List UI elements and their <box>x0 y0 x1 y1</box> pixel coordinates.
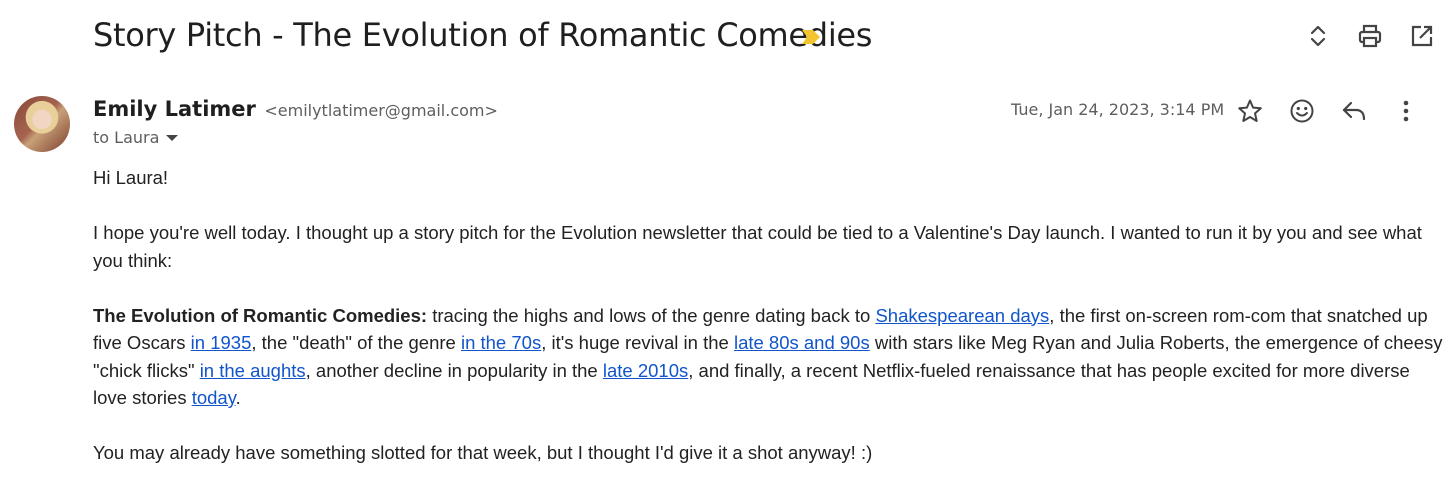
message-actions <box>1236 95 1420 127</box>
greeting: Hi Laura! <box>93 167 169 188</box>
link-70s[interactable]: in the 70s <box>461 332 541 353</box>
chevron-down-icon[interactable] <box>165 133 179 143</box>
closing-paragraph: You may already have something slotted f… <box>93 442 873 463</box>
pitch-paragraph: The Evolution of Romantic Comedies: trac… <box>93 302 1443 412</box>
intro-paragraph: I hope you're well today. I thought up a… <box>93 222 1422 271</box>
email-subject: Story Pitch - The Evolution of Romantic … <box>93 16 873 54</box>
link-late-80s-90s[interactable]: late 80s and 90s <box>734 332 870 353</box>
recipients-toggle[interactable]: to Laura <box>93 128 179 147</box>
pitch-text: , another decline in popularity in the <box>305 359 603 381</box>
sender-name[interactable]: Emily Latimer <box>93 97 256 121</box>
link-today[interactable]: today <box>192 387 236 408</box>
link-late-2010s[interactable]: late 2010s <box>603 360 688 381</box>
link-aughts[interactable]: in the aughts <box>200 360 306 381</box>
sender-email: <emilytlatimer@gmail.com> <box>264 101 498 120</box>
link-1935[interactable]: in 1935 <box>191 332 252 353</box>
expand-collapse-icon[interactable] <box>1304 20 1332 52</box>
emoji-reaction-icon[interactable] <box>1288 95 1316 127</box>
print-icon[interactable] <box>1356 20 1384 52</box>
top-toolbar <box>1304 20 1436 52</box>
recipients-label: to Laura <box>93 128 160 147</box>
pitch-title: The Evolution of Romantic Comedies: <box>93 304 428 326</box>
sender-avatar[interactable] <box>14 96 70 152</box>
open-in-new-window-icon[interactable] <box>1408 20 1436 52</box>
pitch-text: , the "death" of the genre <box>251 332 461 353</box>
star-icon[interactable] <box>1236 95 1264 127</box>
pitch-text: , it's huge revival in the <box>541 332 734 353</box>
sender-line: Emily Latimer <emilytlatimer@gmail.com> <box>93 97 498 121</box>
pitch-text: tracing the highs and lows of the genre … <box>427 304 876 326</box>
link-shakespearean-days[interactable]: Shakespearean days <box>875 305 1049 326</box>
message-body: Hi Laura! I hope you're well today. I th… <box>93 164 1443 494</box>
reply-icon[interactable] <box>1340 95 1368 127</box>
message-date: Tue, Jan 24, 2023, 3:14 PM <box>1011 100 1225 119</box>
important-label-icon[interactable] <box>800 28 822 51</box>
pitch-text: . <box>235 387 241 408</box>
more-vert-icon[interactable] <box>1392 95 1420 127</box>
